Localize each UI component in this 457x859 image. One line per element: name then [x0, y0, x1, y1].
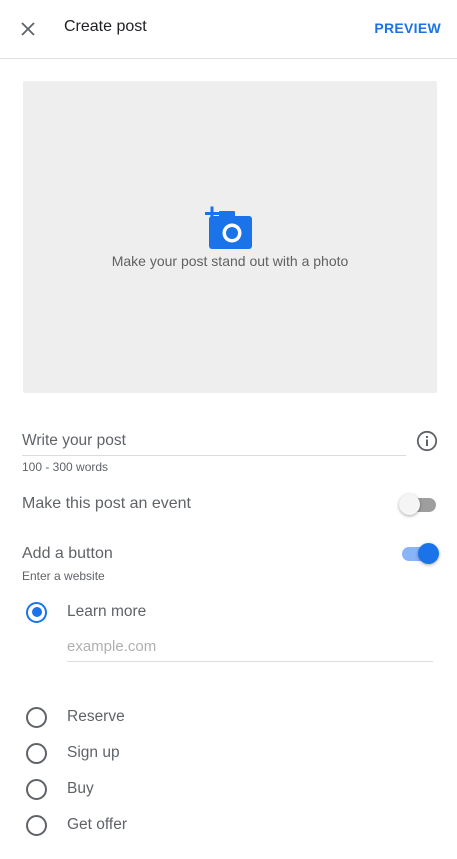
app-header: Create post PREVIEW — [0, 0, 457, 59]
add-photo-icon — [205, 206, 252, 249]
post-text-input[interactable]: Write your post — [22, 432, 406, 456]
radio-sign-up[interactable]: Sign up — [26, 741, 120, 765]
website-input[interactable]: example.com — [67, 638, 433, 662]
toggle-thumb — [418, 543, 439, 564]
radio-buy[interactable]: Buy — [26, 777, 94, 801]
add-button-toggle[interactable] — [399, 543, 439, 564]
radio-label: Learn more — [67, 603, 147, 620]
radio-reserve[interactable]: Reserve — [26, 705, 125, 729]
photo-caption: Make your post stand out with a photo — [111, 253, 349, 269]
close-icon — [21, 22, 35, 36]
close-button[interactable] — [14, 15, 42, 43]
radio-label: Reserve — [67, 708, 125, 725]
page-title: Create post — [64, 18, 147, 35]
add-button-helper: Enter a website — [22, 569, 105, 583]
info-icon[interactable] — [416, 430, 438, 452]
toggle-thumb — [399, 494, 420, 515]
radio-button[interactable] — [26, 742, 47, 764]
radio-label: Get offer — [67, 816, 128, 833]
preview-button[interactable]: PREVIEW — [374, 20, 441, 36]
radio-button[interactable] — [26, 706, 47, 728]
radio-button[interactable] — [26, 778, 47, 800]
radio-get-offer[interactable]: Get offer — [26, 813, 127, 837]
radio-label: Buy — [67, 780, 94, 797]
event-toggle[interactable] — [399, 494, 439, 515]
radio-button[interactable] — [26, 601, 47, 623]
radio-label: Sign up — [67, 744, 120, 761]
add-button-label: Add a button — [22, 545, 113, 562]
radio-learn-more[interactable]: Learn more — [26, 600, 146, 624]
event-toggle-label: Make this post an event — [22, 495, 191, 512]
radio-button[interactable] — [26, 814, 47, 836]
post-helper-text: 100 - 300 words — [22, 460, 109, 474]
